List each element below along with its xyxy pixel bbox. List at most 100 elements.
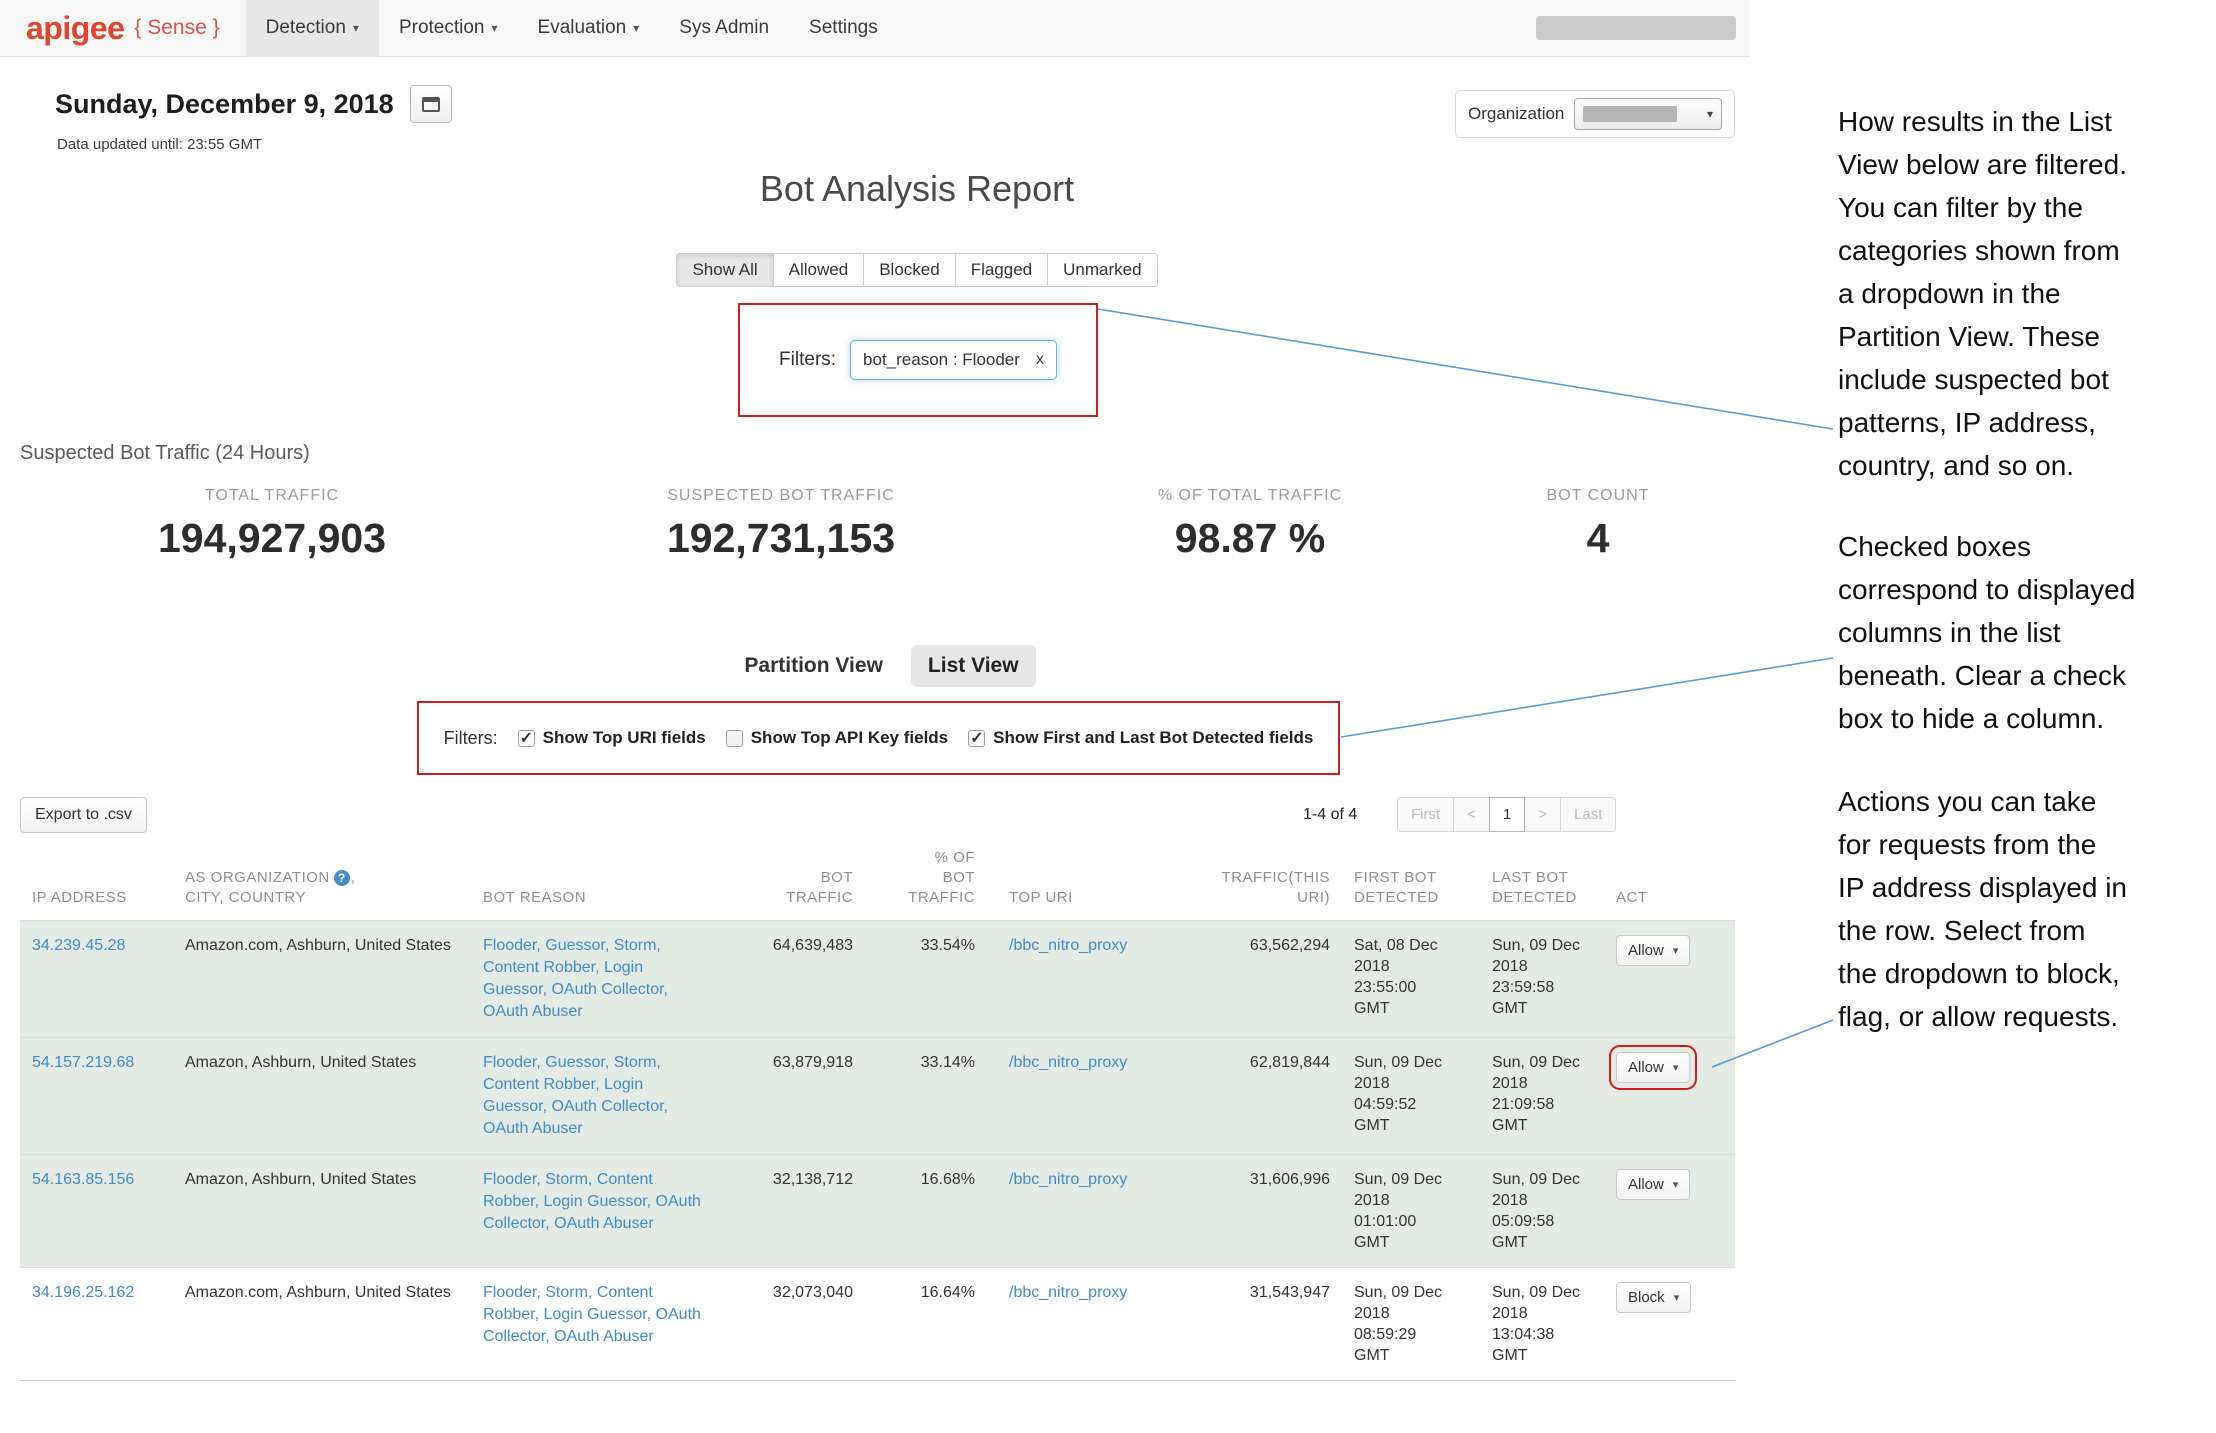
caret-down-icon: ▾ [491, 21, 497, 35]
as-org-cell: Amazon, Ashburn, United States [185, 1038, 483, 1155]
last-detected-cell: Sun, 09 Dec 2018 21:09:58 GMT [1478, 1038, 1616, 1155]
view-switch: Partition View List View [85, 645, 1695, 687]
col-bot-traffic: BOT TRAFFIC [715, 840, 863, 921]
list-filters-label: Filters: [444, 728, 498, 749]
tab-allowed[interactable]: Allowed [773, 253, 865, 287]
annotation-filter-explanation: How results in the List View below are f… [1838, 100, 2216, 487]
ip-link[interactable]: 34.239.45.28 [32, 937, 125, 954]
last-detected-cell: Sun, 09 Dec 2018 05:09:58 GMT [1478, 1155, 1616, 1268]
top-uri-link[interactable]: /bbc_nitro_proxy [1009, 1054, 1127, 1071]
last-detected-cell: Sun, 09 Dec 2018 13:04:38 GMT [1478, 1268, 1616, 1381]
first-detected-cell: Sat, 08 Dec 2018 23:55:00 GMT [1340, 921, 1478, 1038]
checkbox-icon[interactable] [968, 730, 985, 747]
caret-down-icon: ▾ [1673, 944, 1679, 957]
filter-chip-bot-reason-flooder[interactable]: bot_reason : Flooder x [850, 340, 1057, 380]
first-detected-cell: Sun, 09 Dec 2018 01:01:00 GMT [1340, 1155, 1478, 1268]
tab-show-all[interactable]: Show All [676, 253, 773, 287]
table-row: 54.157.219.68 Amazon, Ashburn, United St… [20, 1038, 1735, 1155]
bot-traffic-cell: 32,073,040 [715, 1268, 863, 1381]
pct-cell: 16.64% [863, 1268, 985, 1381]
action-dropdown-block[interactable]: Block▾ [1616, 1282, 1691, 1313]
organization-selector: Organization ▾ [1455, 90, 1735, 138]
bot-traffic-cell: 64,639,483 [715, 921, 863, 1038]
pager-page-1-button[interactable]: 1 [1489, 797, 1525, 832]
pager-last-button[interactable]: Last [1560, 797, 1616, 832]
checkbox-show-top-api-key[interactable]: Show Top API Key fields [726, 728, 948, 748]
last-detected-cell: Sun, 09 Dec 2018 23:59:58 GMT [1478, 921, 1616, 1038]
bot-reason-links[interactable]: Flooder, Storm, Content Robber, Login Gu… [483, 1284, 701, 1345]
bot-analysis-screen: apigee { Sense } Detection ▾ Protection … [0, 0, 2216, 1433]
bot-traffic-cell: 63,879,918 [715, 1038, 863, 1155]
column-filter-highlight-box: Filters: Show Top URI fields Show Top AP… [417, 701, 1340, 775]
ip-link[interactable]: 54.163.85.156 [32, 1171, 134, 1188]
status-tab-group: Show All Allowed Blocked Flagged Unmarke… [85, 253, 1749, 287]
tab-partition-view[interactable]: Partition View [744, 654, 882, 678]
col-first-bot-detected: FIRST BOT DETECTED [1340, 840, 1478, 921]
nav-item-settings[interactable]: Settings [789, 0, 898, 57]
action-dropdown-allow-highlighted[interactable]: Allow▾ [1616, 1052, 1690, 1083]
pct-cell: 33.54% [863, 921, 985, 1038]
checkbox-show-top-uri[interactable]: Show Top URI fields [518, 728, 706, 748]
calendar-button[interactable] [410, 85, 452, 123]
filters-label: Filters: [779, 349, 836, 371]
export-csv-button[interactable]: Export to .csv [20, 797, 147, 833]
caret-down-icon: ▾ [633, 21, 639, 35]
tab-flagged[interactable]: Flagged [955, 253, 1048, 287]
col-bot-reason: BOT REASON [483, 840, 715, 921]
nav-item-sys-admin[interactable]: Sys Admin [659, 0, 789, 57]
table-header-row: IP ADDRESS AS ORGANIZATION?,CITY, COUNTR… [20, 840, 1735, 921]
report-date-row: Sunday, December 9, 2018 [55, 85, 452, 123]
pager-next-button[interactable]: > [1524, 797, 1561, 832]
organization-dropdown[interactable]: ▾ [1574, 98, 1722, 130]
pagination: First < 1 > Last [1397, 797, 1616, 832]
top-nav: apigee { Sense } Detection ▾ Protection … [0, 0, 1750, 57]
pagination-range: 1-4 of 4 [1303, 806, 1357, 824]
remove-filter-icon[interactable]: x [1036, 351, 1044, 369]
ip-link[interactable]: 54.157.219.68 [32, 1054, 134, 1071]
suspected-bot-traffic-heading: Suspected Bot Traffic (24 Hours) [20, 442, 310, 465]
col-traffic-this-uri: TRAFFIC(THIS URI) [1160, 840, 1340, 921]
col-act: ACT [1616, 840, 1735, 921]
as-org-cell: Amazon, Ashburn, United States [185, 1155, 483, 1268]
top-uri-link[interactable]: /bbc_nitro_proxy [1009, 1171, 1127, 1188]
nav-item-detection[interactable]: Detection ▾ [246, 0, 379, 57]
annotation-actions-explanation: Actions you can take for requests from t… [1838, 780, 2216, 1038]
nav-item-protection[interactable]: Protection ▾ [379, 0, 518, 57]
action-dropdown-allow[interactable]: Allow▾ [1616, 1169, 1690, 1200]
tab-list-view[interactable]: List View [911, 645, 1036, 687]
data-updated-text: Data updated until: 23:55 GMT [57, 136, 262, 153]
bot-reason-links[interactable]: Flooder, Guessor, Storm, Content Robber,… [483, 1054, 668, 1137]
col-last-bot-detected: LAST BOT DETECTED [1478, 840, 1616, 921]
nav-item-evaluation[interactable]: Evaluation ▾ [518, 0, 660, 57]
caret-down-icon: ▾ [353, 21, 359, 35]
uri-traffic-cell: 63,562,294 [1160, 921, 1340, 1038]
page-title: Bot Analysis Report [85, 168, 1749, 210]
checkbox-icon[interactable] [518, 730, 535, 747]
organization-label: Organization [1468, 104, 1564, 124]
pager-prev-button[interactable]: < [1453, 797, 1490, 832]
tab-unmarked[interactable]: Unmarked [1047, 253, 1157, 287]
tab-blocked[interactable]: Blocked [863, 253, 955, 287]
report-date: Sunday, December 9, 2018 [55, 89, 394, 120]
checkbox-icon[interactable] [726, 730, 743, 747]
caret-down-icon: ▾ [1673, 1178, 1679, 1191]
bot-reason-links[interactable]: Flooder, Guessor, Storm, Content Robber,… [483, 937, 668, 1020]
caret-down-icon: ▾ [1674, 1291, 1680, 1304]
action-dropdown-allow[interactable]: Allow▾ [1616, 935, 1690, 966]
uri-traffic-cell: 62,819,844 [1160, 1038, 1340, 1155]
top-uri-link[interactable]: /bbc_nitro_proxy [1009, 1284, 1127, 1301]
pager-first-button[interactable]: First [1397, 797, 1454, 832]
stat-pct-total-traffic: % OF TOTAL TRAFFIC 98.87 % [1158, 487, 1342, 562]
bot-traffic-cell: 32,138,712 [715, 1155, 863, 1268]
sense-logo-text: { Sense } [134, 16, 219, 40]
checkbox-show-first-last-bot[interactable]: Show First and Last Bot Detected fields [968, 728, 1313, 748]
ip-link[interactable]: 34.196.25.162 [32, 1284, 134, 1301]
as-org-cell: Amazon.com, Ashburn, United States [185, 921, 483, 1038]
help-icon[interactable]: ? [334, 870, 350, 886]
bot-reason-links[interactable]: Flooder, Storm, Content Robber, Login Gu… [483, 1171, 701, 1232]
organization-value-redacted [1583, 106, 1676, 122]
user-email-redacted [1536, 16, 1736, 40]
stat-bot-count: BOT COUNT 4 [1547, 487, 1650, 562]
caret-down-icon: ▾ [1707, 107, 1713, 121]
top-uri-link[interactable]: /bbc_nitro_proxy [1009, 937, 1127, 954]
